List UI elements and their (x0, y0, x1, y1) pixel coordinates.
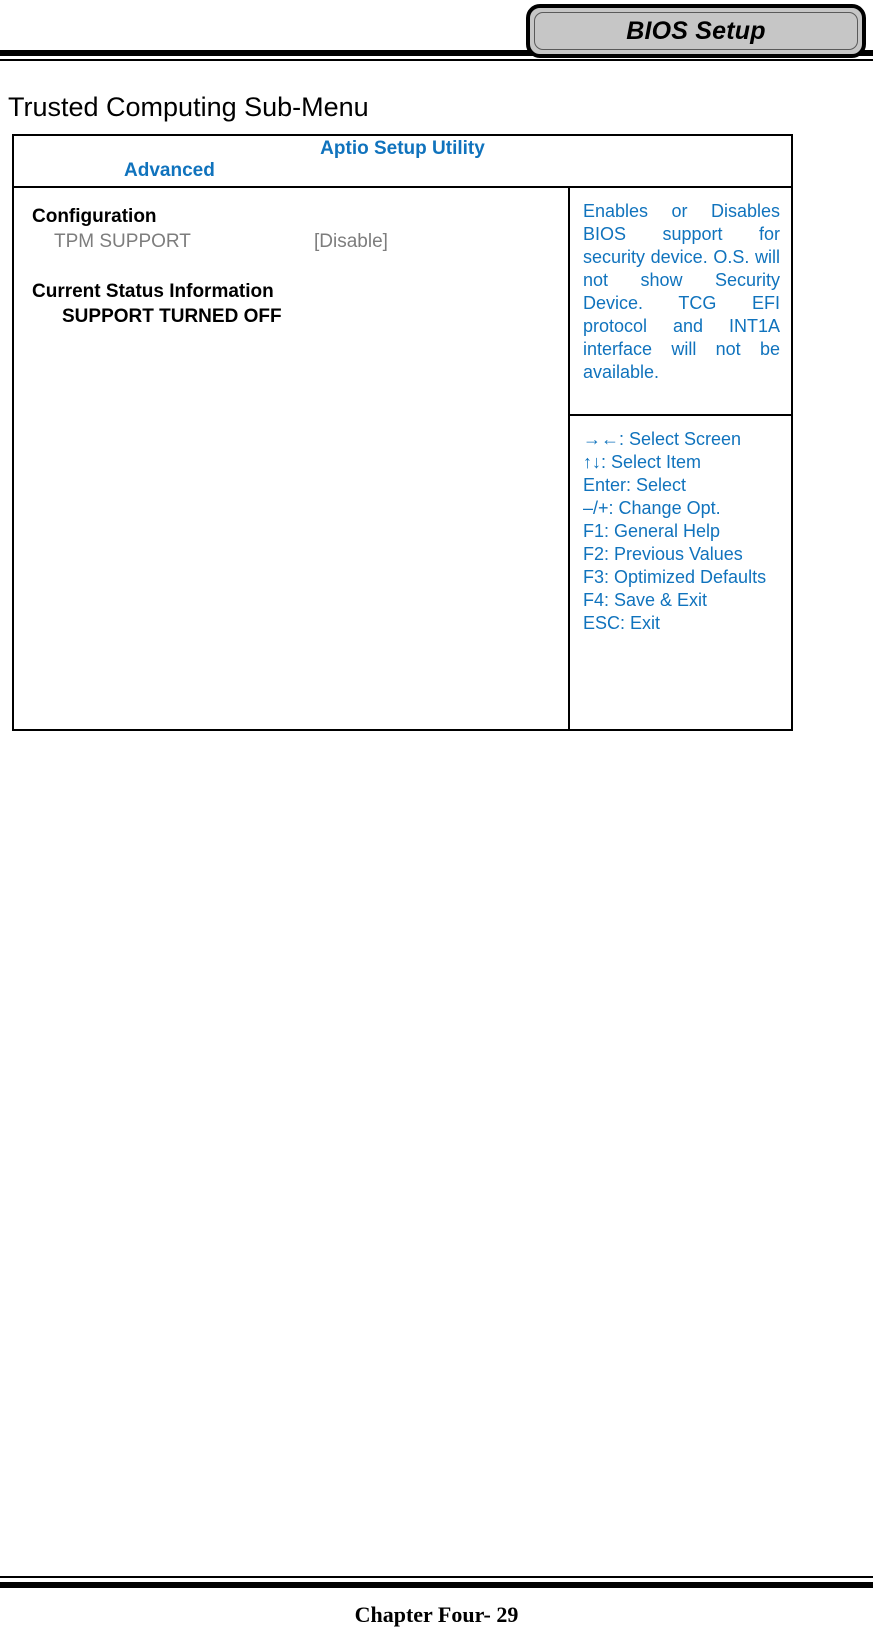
bios-title-bar: Aptio Setup Utility Advanced (14, 136, 791, 188)
key-hint-optimized-defaults: F3: Optimized Defaults (583, 567, 767, 587)
header-rule-thin (0, 59, 873, 61)
bios-settings-pane: Configuration TPM SUPPORT [Disable] Curr… (14, 188, 570, 729)
settings-group-configuration: Configuration TPM SUPPORT [Disable] (14, 206, 568, 253)
bios-utility-title: Aptio Setup Utility (320, 138, 485, 159)
key-hint-esc-exit: ESC: Exit (583, 613, 661, 633)
settings-group-spacer (14, 253, 568, 281)
key-hint-save-and-exit: F4: Save & Exit (583, 590, 708, 610)
bios-menu-tab-advanced[interactable]: Advanced (124, 160, 215, 182)
key-hints-panel: →←: Select Screen ↑↓: Select Item Enter:… (570, 416, 791, 635)
group-heading-configuration: Configuration (32, 206, 157, 227)
bios-setup-tab-label: BIOS Setup (626, 16, 766, 45)
help-panel-text: Enables or Disables BIOS support for sec… (583, 201, 780, 382)
footer-rule-thin (0, 1576, 873, 1578)
footer-rule-thick (0, 1582, 873, 1588)
key-hint-previous-values: F2: Previous Values (583, 544, 743, 564)
footer-page-label: Chapter Four- 29 (354, 1602, 519, 1627)
key-hints-list: →←: Select Screen ↑↓: Select Item Enter:… (583, 428, 780, 635)
page-header: BIOS Setup (0, 0, 873, 72)
key-hint-enter-select: Enter: Select (583, 475, 687, 495)
page-title: Trusted Computing Sub-Menu (8, 92, 369, 122)
settings-group-current-status: Current Status Information SUPPORT TURNE… (14, 281, 568, 328)
key-hint-select-item: ↑↓: Select Item (583, 452, 702, 472)
setting-row-tpm-support[interactable]: TPM SUPPORT [Disable] (54, 231, 558, 253)
status-text-support-turned-off: SUPPORT TURNED OFF (62, 306, 282, 327)
key-hint-general-help: F1: General Help (583, 521, 721, 541)
page-footer: Chapter Four- 29 (0, 1576, 873, 1638)
bios-side-pane: Enables or Disables BIOS support for sec… (570, 188, 791, 729)
setting-label-tpm-support: TPM SUPPORT (54, 231, 191, 252)
bios-body: Configuration TPM SUPPORT [Disable] Curr… (14, 188, 791, 729)
group-heading-current-status-information: Current Status Information (32, 281, 274, 302)
bios-screen-table: Aptio Setup Utility Advanced Configurati… (12, 134, 793, 731)
setting-value-tpm-support[interactable]: [Disable] (314, 231, 388, 253)
bios-setup-tab: BIOS Setup (526, 4, 866, 58)
key-hint-change-opt: –/+: Change Opt. (583, 498, 721, 518)
help-panel: Enables or Disables BIOS support for sec… (570, 188, 791, 416)
key-hint-select-screen: →←: Select Screen (583, 429, 742, 449)
